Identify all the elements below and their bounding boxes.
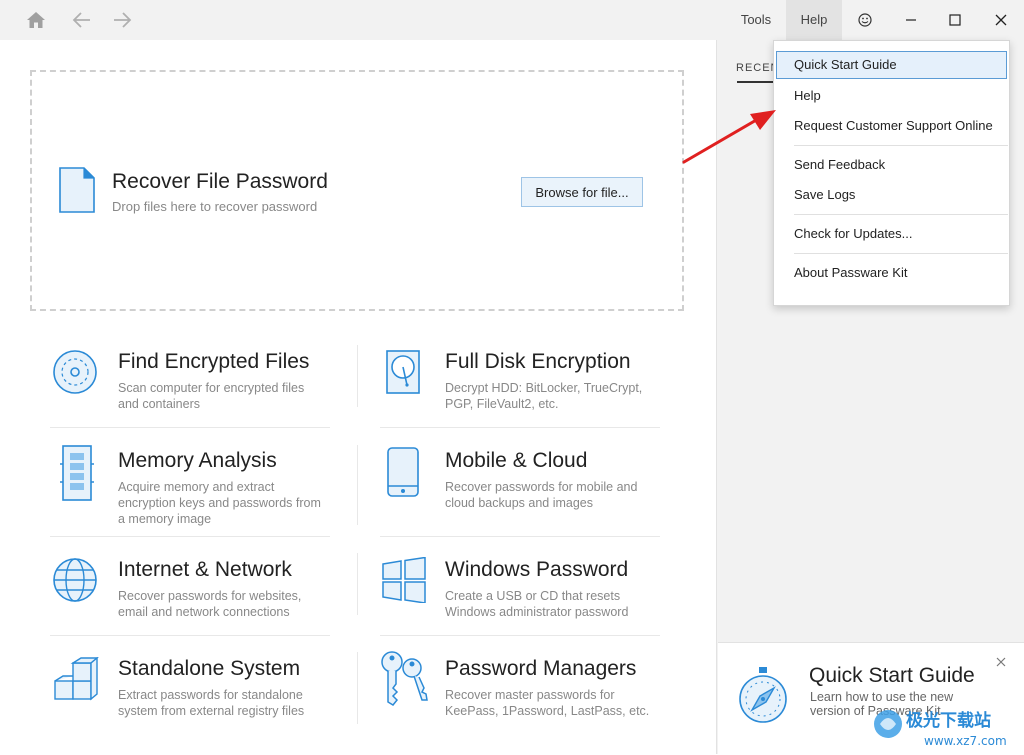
tile-windows-password-desc: Create a USB or CD that resets Windows a… [445,589,629,619]
globe-icon[interactable] [52,557,98,608]
tile-standalone-system-desc: Extract passwords for standalone system … [118,688,305,718]
menu-item-help[interactable]: Help [776,82,1007,110]
menu-item-quick-start-guide[interactable]: Quick Start Guide [776,51,1007,79]
home-icon[interactable] [23,8,49,32]
menu-item-send-feedback[interactable]: Send Feedback [776,151,1007,179]
menu-tools[interactable]: Tools [732,0,780,40]
menu-separator [794,253,1008,254]
tile-mobile-cloud-desc: Recover passwords for mobile and cloud b… [445,480,638,510]
menu-item-check-updates[interactable]: Check for Updates... [776,220,1007,248]
windows-logo-icon[interactable] [381,556,427,608]
tile-internet-network-desc: Recover passwords for websites, email an… [118,589,302,619]
tile-find-encrypted-files-title[interactable]: Find Encrypted Files [118,350,309,374]
minimize-icon[interactable] [888,0,934,40]
tile-standalone-system-title[interactable]: Standalone System [118,657,300,681]
recover-file-subtitle: Drop files here to recover password [112,199,318,214]
row-divider [50,635,330,636]
row-divider [380,427,660,428]
row-divider [50,536,330,537]
quick-start-close-icon[interactable] [992,654,1010,672]
row-divider [50,427,330,428]
column-divider [357,652,358,724]
tile-mobile-cloud-title[interactable]: Mobile & Cloud [445,449,587,473]
close-icon[interactable] [978,0,1024,40]
menu-separator [794,145,1008,146]
column-divider [357,553,358,615]
browse-file-button[interactable]: Browse for file... [521,177,643,207]
annotation-arrow-icon [680,104,780,173]
menu-item-save-logs[interactable]: Save Logs [776,181,1007,209]
tile-internet-network-title[interactable]: Internet & Network [118,558,292,582]
tile-find-encrypted-files-desc: Scan computer for encrypted files and co… [118,381,305,411]
memory-chip-icon[interactable] [60,444,94,507]
menu-separator [794,214,1008,215]
row-divider [380,536,660,537]
column-divider [357,445,358,525]
watermark-logo: 极光下载站 www.xz7.com [866,700,1016,750]
cubes-icon[interactable] [53,656,99,708]
tile-full-disk-encryption-desc: Decrypt HDD: BitLocker, TrueCrypt, PGP, … [445,381,643,411]
maximize-icon[interactable] [932,0,978,40]
help-dropdown-menu: Quick Start Guide Help Request Customer … [773,40,1010,306]
menu-item-request-support[interactable]: Request Customer Support Online [776,112,1007,140]
keys-icon[interactable] [378,650,430,711]
row-divider [380,635,660,636]
tile-full-disk-encryption-title[interactable]: Full Disk Encryption [445,350,631,374]
watermark-url: www.xz7.com [924,734,1007,748]
back-arrow-icon[interactable] [69,8,95,32]
tile-windows-password-title[interactable]: Windows Password [445,558,628,582]
mobile-phone-icon[interactable] [386,446,420,503]
recover-file-title: Recover File Password [112,170,328,193]
tile-memory-analysis-title[interactable]: Memory Analysis [118,449,277,473]
forward-arrow-icon[interactable] [109,8,135,32]
tab-recent-underline [737,81,777,83]
quick-start-title[interactable]: Quick Start Guide [809,664,975,688]
compass-icon [738,666,788,729]
disc-search-icon[interactable] [52,349,98,400]
menu-help[interactable]: Help [786,0,842,40]
tile-password-managers-title[interactable]: Password Managers [445,657,636,681]
menu-item-about[interactable]: About Passware Kit [776,259,1007,287]
document-icon [58,166,96,219]
smiley-feedback-icon[interactable] [842,0,888,40]
column-divider [357,345,358,407]
hard-disk-icon[interactable] [385,349,421,400]
title-bar: Tools Help [0,0,1024,40]
tile-memory-analysis-desc: Acquire memory and extract encryption ke… [118,480,321,526]
tile-password-managers-desc: Recover master passwords for KeePass, 1P… [445,688,650,718]
watermark-text: 极光下载站 [906,710,991,731]
